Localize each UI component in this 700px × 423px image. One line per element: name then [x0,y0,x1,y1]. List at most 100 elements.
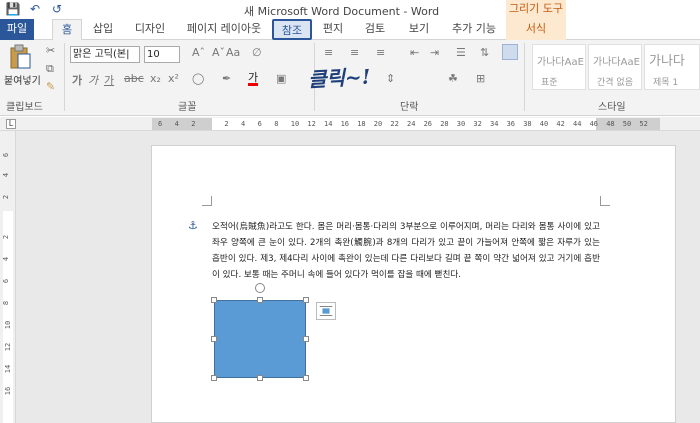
font-name-select[interactable]: 맑은 고딕(본| [70,46,140,63]
style-sample: 가나다AaE [537,57,584,68]
tab-addins[interactable]: 추가 기능 [446,19,502,40]
rectangle-shape[interactable] [214,300,306,378]
cut-icon[interactable]: ✂ [46,44,55,57]
click-annotation: 클릭~! [307,64,372,92]
ruler-tick: 14 [324,120,333,128]
resize-handle[interactable] [257,375,263,381]
style-sample: 가나다 [649,54,685,69]
text-effects-icon[interactable]: ◯ [192,72,204,85]
paste-icon[interactable] [8,44,32,70]
line-spacing-icon[interactable]: ⇕ [386,72,395,85]
body-paragraph[interactable]: 오적어(烏賊魚)라고도 한다. 몸은 머리·몸통·다리의 3부분으로 이루어지며… [212,219,600,283]
ruler-tick: 28 [440,120,449,128]
ruler-tick: 26 [423,120,433,128]
ruler-tick: 40 [539,120,549,128]
tab-selector[interactable]: L [6,119,16,129]
ruler-tick: 46 [589,120,599,128]
ruler-tick: 32 [473,120,482,128]
char-shading-icon[interactable]: ▣ [276,72,286,85]
shrink-font-icon[interactable]: Aˇ [212,46,225,59]
margin-corner [600,196,610,206]
layout-options-icon[interactable] [316,302,336,320]
group-label-clipboard: 클립보드 [6,102,43,113]
vruler-tick: 4 [2,256,11,262]
bold-icon[interactable]: 가 [72,72,82,88]
style-no-spacing[interactable]: 가나다AaE 간격 없음 [588,44,642,90]
resize-handle[interactable] [211,297,217,303]
increase-indent-icon[interactable]: ⇥ [430,46,439,59]
tab-design[interactable]: 디자인 [128,19,172,40]
resize-handle[interactable] [257,297,263,303]
quick-access-toolbar: 💾 ↶ ↺ [6,2,64,16]
drawing-tools-label: 그리기 도구 [506,0,566,19]
superscript-icon[interactable]: x² [168,72,179,85]
sort-icon[interactable]: ⇅ [480,46,489,59]
shading-icon[interactable]: ☘ [448,72,458,85]
ruler-tick: 22 [390,120,399,128]
vruler-tick: 6 [2,278,11,284]
show-marks-button[interactable] [502,44,518,60]
paste-button-label[interactable]: 붙여넣기 [4,72,41,87]
vruler-tick: 2 [2,234,11,240]
redo-icon[interactable]: ↺ [50,2,64,16]
multilevel-list-icon[interactable]: ≡ [376,46,385,59]
ruler-tick: 10 [290,120,300,128]
grow-font-icon[interactable]: Aˆ [192,46,205,59]
ruler-tick: 2 [224,120,229,128]
tab-home[interactable]: 홈 [52,19,82,41]
save-icon[interactable]: 💾 [6,2,21,16]
resize-handle[interactable] [211,375,217,381]
font-color-icon[interactable]: 가 [248,72,259,86]
tab-view[interactable]: 보기 [404,19,434,40]
italic-icon[interactable]: 가 [88,72,98,88]
ribbon-tabs: 파일 홈 삽입 디자인 페이지 레이아웃 참조 편지 검토 보기 추가 기능 서… [0,19,700,41]
window-title: 새 Microsoft Word Document - Word [244,5,440,18]
clear-format-icon[interactable]: ∅ [252,46,262,59]
decrease-indent-icon[interactable]: ⇤ [410,46,419,59]
undo-icon[interactable]: ↶ [28,2,42,16]
group-label-styles: 스타일 [598,102,626,113]
document-page[interactable]: ⚓ 오적어(烏賊魚)라고도 한다. 몸은 머리·몸통·다리의 3부분으로 이루어… [151,145,676,423]
ruler-tick: 48 [606,120,615,128]
style-normal[interactable]: 가나다AaE 표준 [532,44,586,90]
tab-insert[interactable]: 삽입 [88,19,118,40]
copy-icon[interactable]: ⧉ [46,62,54,76]
ruler-tick: 8 [274,120,279,128]
resize-handle[interactable] [303,375,309,381]
strikethrough-icon[interactable]: abc [124,72,144,85]
highlight-icon[interactable]: ✒ [222,72,231,85]
asian-layout-icon[interactable]: ☰ [456,46,466,59]
vruler-tick: 12 [4,342,13,352]
vruler-tick: 16 [4,386,13,396]
resize-handle[interactable] [303,297,309,303]
ruler-tick: 38 [523,120,532,128]
font-size-select[interactable]: 10 [144,46,180,63]
ruler-tick: 12 [307,120,316,128]
format-painter-icon[interactable]: ✎ [46,80,55,93]
tab-page-layout[interactable]: 페이지 레이아웃 [180,19,268,40]
ruler-tick: 18 [357,120,366,128]
tab-references[interactable]: 참조 [272,19,312,40]
ruler-tick: 6 [257,120,262,128]
ruler-tick: 24 [407,120,416,128]
resize-handle[interactable] [303,336,309,342]
style-heading-1[interactable]: 가나다 제목 1 [644,44,700,90]
vertical-ruler: 6 4 2 2 4 6 8 10 12 14 16 [0,131,16,423]
bullets-icon[interactable]: ≡ [324,46,333,59]
rotation-handle[interactable] [255,283,265,293]
borders-icon[interactable]: ⊞ [476,72,485,85]
numbering-icon[interactable]: ≡ [350,46,359,59]
tab-review[interactable]: 검토 [360,19,390,40]
style-name: 제목 1 [653,78,679,88]
ruler-tick: 20 [373,120,383,128]
resize-handle[interactable] [211,336,217,342]
tab-mailings[interactable]: 편지 [318,19,348,40]
underline-icon[interactable]: 가 [104,72,114,88]
subscript-icon[interactable]: x₂ [150,72,161,85]
ruler-tick: 36 [506,120,516,128]
vruler-tick: 6 [2,152,11,158]
change-case-icon[interactable]: Aa [226,46,240,59]
ruler-tick: 44 [573,120,582,128]
tab-format[interactable]: 서식 [506,19,566,40]
tab-file[interactable]: 파일 [0,19,34,40]
